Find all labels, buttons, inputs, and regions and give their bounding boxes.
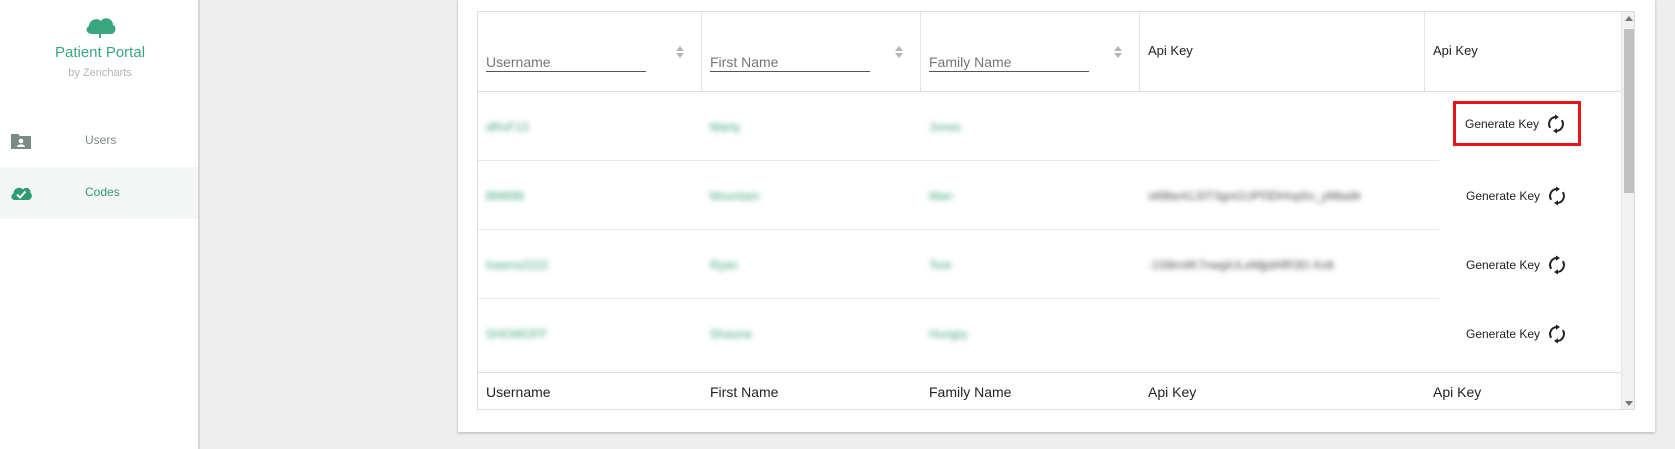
sidebar: Patient Portal by Zencharts Users Codes: [0, 0, 200, 449]
cloud-check-icon: [11, 187, 32, 200]
username-cell: dRoF13: [486, 120, 529, 134]
first-name-cell: Marty: [710, 120, 740, 134]
first-name-cell: Mountain: [710, 189, 760, 203]
header-first-name: [702, 12, 921, 91]
api-key-cell: s69be41J0T3gnt1UPf3DHnp5n_yMba9r: [1148, 189, 1362, 203]
footer-family-name: Family Name: [929, 384, 1012, 400]
username-cell: SHOWOFF: [486, 327, 548, 341]
footer-first-name: First Name: [710, 384, 779, 400]
table-row: BM696 Mountain Man s69be41J0T3gnt1UPf3DH…: [478, 161, 1621, 230]
family-name-cell: Test: [929, 258, 952, 272]
api-key-cell: -1S8m4K7nwgiULeMjjdAfR3D-Xo6: [1148, 258, 1335, 272]
header-api-key-label: Api Key: [1148, 43, 1193, 58]
sidebar-item-label: Users: [85, 133, 117, 147]
generate-key-label: Generate Key: [1466, 258, 1541, 272]
sync-icon: [1549, 255, 1565, 275]
vertical-scrollbar[interactable]: [1621, 12, 1634, 409]
brand-subtitle: by Zencharts: [68, 67, 132, 79]
sidebar-item-users[interactable]: Users: [0, 115, 198, 167]
table-row: trawns2222 Ryan Test -1S8m4K7nwgiULeMjjd…: [478, 230, 1621, 299]
sort-icon[interactable]: [1113, 44, 1123, 60]
generate-key-label: Generate Key: [1466, 189, 1541, 203]
brand: Patient Portal by Zencharts: [0, 14, 200, 79]
generate-key-label: Generate Key: [1465, 116, 1540, 131]
footer-api-key: Api Key: [1148, 384, 1197, 400]
cloud-logo-icon: [86, 18, 116, 38]
brand-title: Patient Portal: [54, 44, 146, 61]
table-row: dRoF13 Marty Jones Generate Key: [478, 92, 1621, 161]
sidebar-item-label: Codes: [85, 185, 120, 199]
footer-username: Username: [486, 384, 551, 400]
header-api-key-action-label: Api Key: [1433, 43, 1478, 58]
footer-api-key-action: Api Key: [1433, 384, 1482, 400]
scrollbar-thumb[interactable]: [1624, 29, 1634, 193]
family-name-cell: Man: [929, 189, 953, 203]
sort-icon[interactable]: [675, 44, 685, 60]
header-family-name: [921, 12, 1140, 91]
codes-table: Api Key Api Key dRoF13 Marty Jones Gener…: [477, 11, 1635, 410]
generate-key-button[interactable]: Generate Key: [1456, 319, 1577, 349]
username-cell: BM696: [486, 189, 525, 203]
header-api-key-action: Api Key: [1425, 12, 1621, 91]
codes-panel: Api Key Api Key dRoF13 Marty Jones Gener…: [458, 0, 1655, 432]
username-cell: trawns2222: [486, 258, 549, 272]
sync-icon: [1549, 324, 1565, 344]
sort-icon[interactable]: [894, 44, 904, 60]
table-row: SHOWOFF Shauna Hungry Generate Key: [478, 299, 1621, 368]
generate-key-label: Generate Key: [1466, 327, 1541, 341]
sync-icon: [1548, 114, 1564, 133]
family-name-cell: Hungry: [929, 327, 968, 341]
sync-icon: [1549, 186, 1565, 206]
family-name-cell: Jones: [929, 120, 962, 134]
family-name-filter-input[interactable]: [929, 52, 1089, 72]
generate-key-button[interactable]: Generate Key: [1456, 250, 1577, 280]
scroll-up-icon[interactable]: [1625, 16, 1633, 21]
table-footer: Username First Name Family Name Api Key …: [478, 372, 1621, 409]
generate-key-button[interactable]: Generate Key: [1453, 101, 1582, 146]
first-name-cell: Shauna: [710, 327, 752, 341]
scroll-down-icon[interactable]: [1625, 401, 1633, 406]
generate-key-button[interactable]: Generate Key: [1456, 181, 1577, 211]
first-name-filter-input[interactable]: [710, 52, 870, 72]
header-api-key: Api Key: [1140, 12, 1425, 91]
username-filter-input[interactable]: [486, 52, 646, 72]
sidebar-item-codes[interactable]: Codes: [0, 167, 198, 219]
header-username: [478, 12, 702, 91]
first-name-cell: Ryan: [710, 258, 739, 272]
folder-user-icon: [11, 134, 31, 149]
